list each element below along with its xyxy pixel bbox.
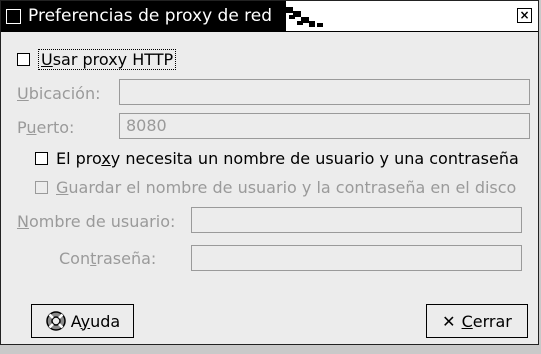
title-bar[interactable]: Preferencias de proxy de red ×	[1, 1, 538, 32]
window-close-button[interactable]: ×	[517, 8, 532, 23]
mnemonic-letter: u	[26, 118, 37, 137]
use-http-proxy-checkbox[interactable]: Usar proxy HTTP	[17, 49, 177, 70]
label-text: uda	[90, 311, 121, 331]
save-credentials-box[interactable]	[35, 181, 48, 194]
save-credentials-label: Guardar el nombre de usuario y la contra…	[56, 178, 516, 197]
close-button[interactable]: ✕ Cerrar	[426, 304, 528, 338]
mnemonic-letter: x	[101, 149, 111, 168]
label-text: raseña:	[96, 249, 157, 268]
mnemonic-letter: N	[17, 212, 29, 231]
mnemonic-letter: y	[80, 311, 91, 331]
label-text: sar proxy HTTP	[52, 50, 174, 69]
location-label: Ubicación:	[17, 84, 100, 103]
label-text: El pro	[56, 149, 102, 168]
auth-required-checkbox[interactable]: El proxy necesita un nombre de usuario y…	[35, 149, 519, 168]
mnemonic-letter: G	[56, 178, 69, 197]
close-icon: ✕	[442, 311, 456, 331]
label-text: bicación:	[28, 84, 101, 103]
label-text: P	[17, 118, 27, 137]
window-title: Preferencias de proxy de red	[28, 6, 273, 26]
username-label: Nombre de usuario:	[17, 212, 175, 231]
location-input[interactable]	[119, 79, 530, 105]
help-button[interactable]: Ayuda	[31, 304, 134, 338]
password-input[interactable]	[191, 245, 522, 271]
use-http-proxy-box[interactable]	[17, 53, 30, 66]
mnemonic-letter: U	[41, 50, 53, 69]
port-label: Puerto:	[17, 118, 74, 137]
mnemonic-letter: C	[461, 311, 473, 331]
password-label: Contraseña:	[59, 249, 156, 268]
help-button-label: Ayuda	[71, 312, 120, 331]
label-text: erto:	[36, 118, 75, 137]
window-menu-icon[interactable]	[6, 8, 21, 24]
auth-required-box[interactable]	[35, 152, 48, 165]
label-text: uardar el nombre de usuario y la contras…	[68, 178, 517, 197]
use-http-proxy-label: Usar proxy HTTP	[38, 49, 177, 70]
auth-required-label: El proxy necesita un nombre de usuario y…	[56, 149, 519, 168]
label-text: A	[70, 311, 81, 331]
title-tab: Preferencias de proxy de red	[1, 1, 286, 31]
label-text: errar	[472, 311, 512, 331]
title-bar-decoration-icon	[285, 7, 323, 27]
label-text: y necesita un nombre de usuario y una co…	[110, 149, 519, 168]
mnemonic-letter: U	[17, 84, 29, 103]
save-credentials-checkbox[interactable]: Guardar el nombre de usuario y la contra…	[35, 178, 516, 197]
port-input[interactable]: 8080	[119, 113, 530, 139]
username-input[interactable]	[191, 207, 522, 233]
close-button-label: Cerrar	[462, 312, 512, 331]
desktop-background	[0, 345, 541, 354]
label-text: Con	[59, 249, 91, 268]
label-text: ombre de usuario:	[28, 212, 176, 231]
lifebuoy-icon	[46, 311, 66, 331]
proxy-preferences-dialog: Preferencias de proxy de red × Usar prox…	[0, 0, 539, 345]
